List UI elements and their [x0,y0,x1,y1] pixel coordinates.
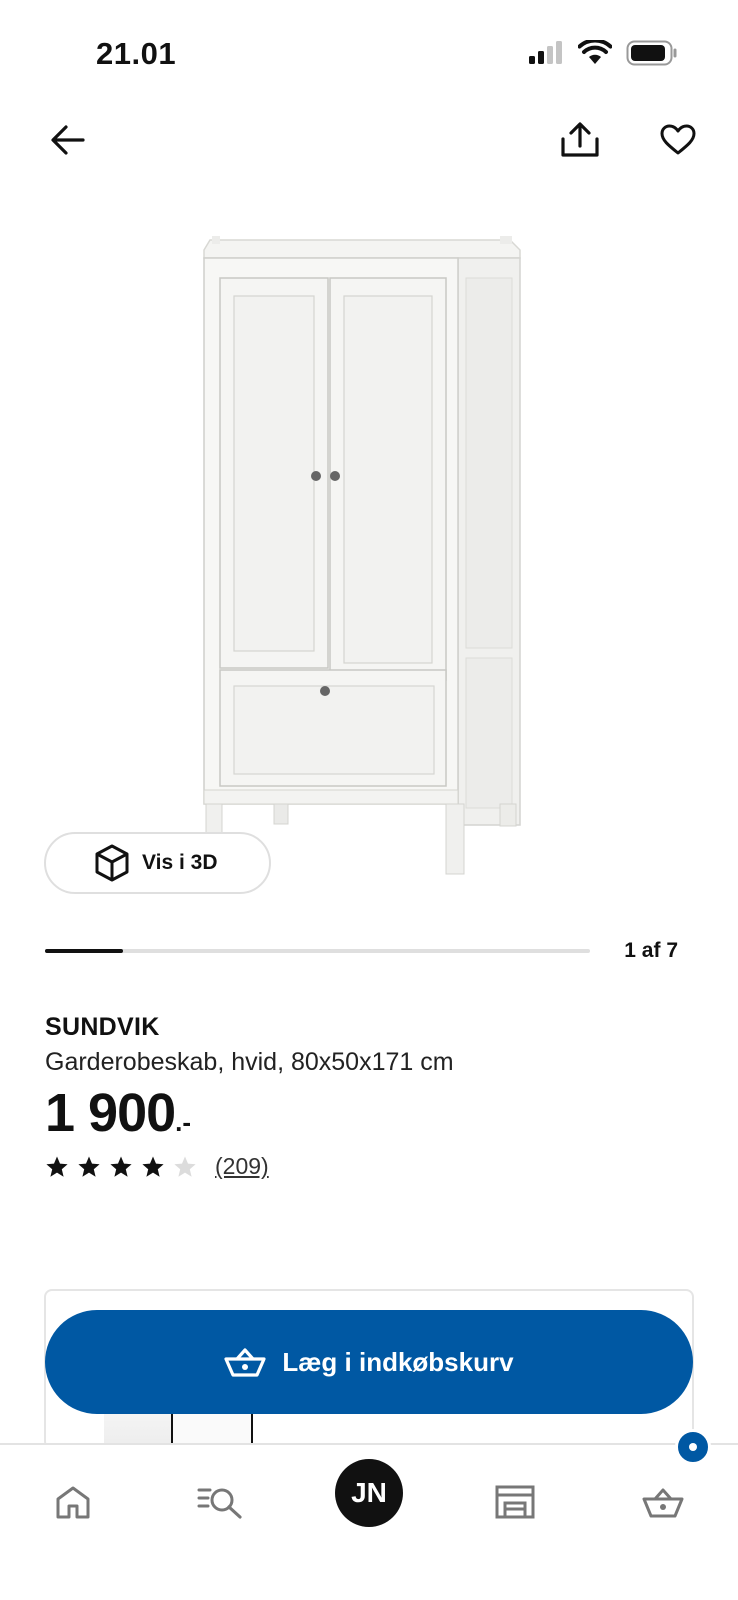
gallery-progress-bar [45,949,590,953]
share-icon [561,122,599,157]
nav-cart[interactable] [628,1467,698,1537]
back-button[interactable] [40,112,96,168]
star-filled-icon [46,1156,68,1177]
product-price: 1 900 .- [45,1082,191,1144]
search-icon [197,1488,242,1519]
status-icons [528,40,678,66]
gallery-progress-fill [45,949,123,953]
product-description: Garderobeskab, hvid, 80x50x171 cm [45,1048,454,1076]
product-rating[interactable]: (209) [45,1153,269,1180]
review-count-link[interactable]: (209) [215,1153,269,1180]
nav-home[interactable] [38,1467,108,1537]
product-name: SUNDVIK [45,1013,160,1041]
gallery-page-counter: 1 af 7 [624,939,678,962]
home-icon [56,1486,90,1519]
share-button[interactable] [552,112,608,168]
status-bar: 21.01 [0,0,738,100]
top-nav [0,110,738,174]
back-arrow-icon [51,125,85,155]
bottom-nav: JN [0,1429,738,1600]
price-suffix: .- [175,1107,192,1137]
heart-icon [660,124,696,155]
rating-stars [45,1155,197,1179]
view-in-3d-label: Vis i 3D [142,851,218,874]
nav-search[interactable] [185,1467,255,1537]
price-amount: 1 900 [45,1083,176,1143]
star-filled-icon [142,1156,164,1177]
add-to-cart-label: Læg i indkøbskurv [282,1346,514,1377]
star-empty-icon [174,1156,196,1177]
store-icon [495,1485,535,1519]
basket-icon [224,1348,267,1377]
view-in-3d-button[interactable]: Vis i 3D [44,832,271,894]
status-time: 21.01 [96,36,177,71]
product-image[interactable] [190,230,550,900]
profile-avatar[interactable]: JN [335,1459,403,1527]
add-to-cart-button[interactable]: Læg i indkøbskurv [45,1310,693,1414]
star-filled-icon [78,1156,100,1177]
favorite-button[interactable] [650,112,706,168]
wifi-icon [578,40,612,64]
nav-stores[interactable] [480,1467,550,1537]
cart-badge [675,1429,711,1465]
cart-badge-dot [689,1443,697,1451]
cube-3d-icon [95,844,129,882]
battery-icon [626,40,677,66]
star-filled-icon [110,1156,132,1177]
cart-icon [642,1488,684,1518]
cellular-signal-icon [529,41,562,64]
